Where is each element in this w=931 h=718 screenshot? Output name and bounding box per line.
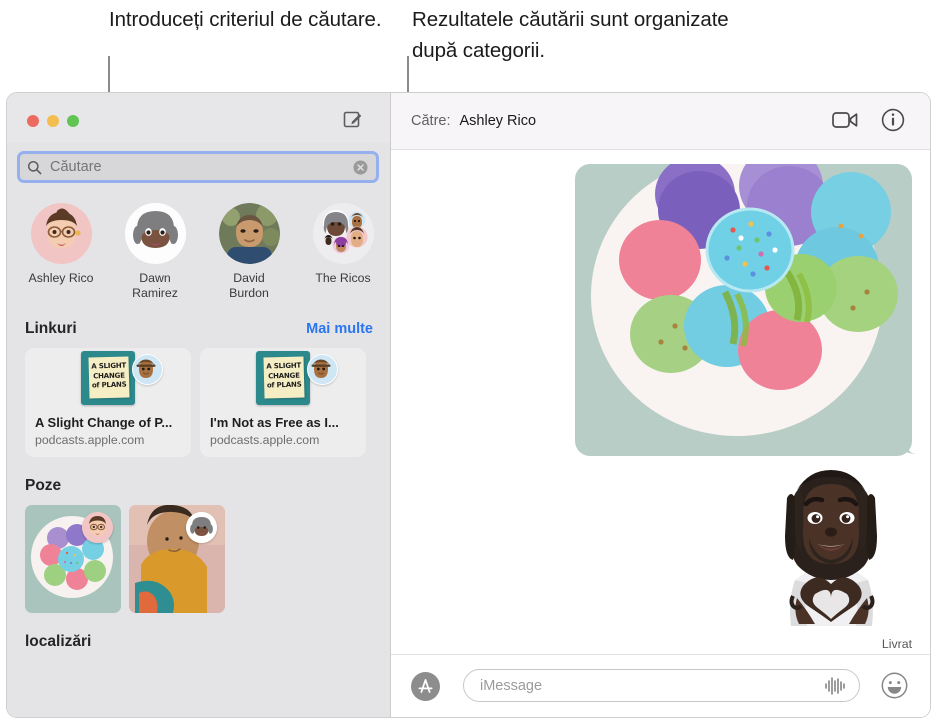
- link-thumbnail: A SLIGHT CHANGE of PLANS: [25, 348, 191, 408]
- conversation-pane: Către: Ashley Rico Livrat iMessage: [390, 93, 930, 717]
- callout-results-categories: Rezultatele căutării sunt organizate dup…: [412, 8, 729, 62]
- photo-sender-badge: [82, 512, 113, 543]
- photo-result[interactable]: [25, 505, 121, 613]
- avatar: [312, 203, 374, 264]
- link-result-card[interactable]: A SLIGHT CHANGE of PLANS: [200, 348, 366, 457]
- avatar: [124, 203, 186, 264]
- link-result-card[interactable]: A SLIGHT CHANGE of PLANS: [25, 348, 191, 457]
- messages-window: Ashley Rico: [6, 92, 931, 718]
- link-title: A Slight Change of P...: [35, 415, 173, 430]
- clear-icon[interactable]: [353, 160, 368, 175]
- callout-search-criteria: Introduceți criteriul de căutare.: [109, 8, 382, 31]
- message-list[interactable]: Livrat: [391, 150, 930, 657]
- minimize-window-button[interactable]: [47, 115, 59, 127]
- compose-icon[interactable]: [343, 109, 363, 129]
- link-sender-avatar: [307, 354, 338, 385]
- link-host: podcasts.apple.com: [35, 433, 145, 447]
- sticky-note: A SLIGHT CHANGE of PLANS: [263, 356, 305, 399]
- links-results-row: A SLIGHT CHANGE of PLANS A Slight Change…: [7, 338, 390, 457]
- photo-sender-badge: [186, 512, 217, 543]
- contact-result[interactable]: Ashley Rico: [25, 203, 97, 300]
- avatar: [218, 203, 280, 264]
- app-store-icon[interactable]: [411, 672, 440, 701]
- podcast-artwork: A SLIGHT CHANGE of PLANS: [81, 351, 135, 405]
- contact-result[interactable]: David Burdon: [213, 203, 285, 300]
- message-bubble-tail: [896, 428, 918, 454]
- recipient-name[interactable]: Ashley Rico: [460, 113, 537, 129]
- contact-name: The Ricos: [315, 271, 371, 285]
- avatar: [30, 203, 92, 264]
- search-results-list[interactable]: Ashley Rico Dawn Ramirez David Burdon Th…: [7, 191, 390, 717]
- search-field[interactable]: [17, 151, 379, 183]
- link-meta: A Slight Change of P... podcasts.apple.c…: [25, 408, 191, 447]
- podcast-artwork: A SLIGHT CHANGE of PLANS: [256, 351, 310, 405]
- emoji-smiley-icon[interactable]: [881, 672, 908, 699]
- delivery-status: Livrat: [881, 637, 912, 651]
- search-icon: [27, 160, 42, 175]
- artwork-text: A SLIGHT CHANGE of PLANS: [266, 361, 302, 390]
- contact-name: Dawn Ramirez: [132, 271, 178, 300]
- contact-name: Ashley Rico: [28, 271, 94, 285]
- locations-section-header: localizări: [7, 633, 390, 651]
- facetime-video-icon[interactable]: [832, 109, 858, 131]
- sidebar: Ashley Rico: [7, 93, 390, 717]
- photos-section-header: Poze: [7, 477, 390, 495]
- links-more-link[interactable]: Mai multe: [306, 321, 373, 337]
- conversation-header: Către: Ashley Rico: [391, 93, 930, 150]
- link-meta: I'm Not as Free as I... podcasts.apple.c…: [200, 408, 366, 447]
- contacts-results-row: Ashley Rico Dawn Ramirez David Burdon Th…: [7, 191, 390, 300]
- audio-waveform-icon[interactable]: [824, 676, 846, 696]
- recipient-label: Către:: [411, 113, 451, 129]
- zoom-window-button[interactable]: [67, 115, 79, 127]
- contact-result[interactable]: The Ricos: [307, 203, 379, 300]
- photos-results-row: [7, 495, 390, 613]
- link-thumbnail: A SLIGHT CHANGE of PLANS: [200, 348, 366, 408]
- contact-name: David Burdon: [229, 271, 269, 300]
- search-input[interactable]: [48, 158, 353, 176]
- links-section-header: Linkuri Mai multe: [7, 320, 390, 338]
- photos-section-title: Poze: [25, 477, 62, 494]
- imessage-input[interactable]: [478, 676, 824, 695]
- link-title: I'm Not as Free as I...: [210, 415, 339, 430]
- memoji-heart-hands-sticker[interactable]: [773, 468, 890, 633]
- message-bubble-image[interactable]: [575, 164, 912, 456]
- links-section-title: Linkuri: [25, 320, 77, 337]
- link-sender-avatar: [132, 354, 163, 385]
- photo-result[interactable]: [129, 505, 225, 613]
- imessage-field[interactable]: [463, 669, 860, 702]
- link-host: podcasts.apple.com: [210, 433, 320, 447]
- message-composer: [391, 654, 930, 717]
- artwork-text: A SLIGHT CHANGE of PLANS: [91, 361, 127, 390]
- contact-result[interactable]: Dawn Ramirez: [119, 203, 191, 300]
- sidebar-toolbar: [7, 93, 390, 143]
- info-icon[interactable]: [881, 108, 905, 132]
- locations-section-title: localizări: [25, 633, 92, 650]
- close-window-button[interactable]: [27, 115, 39, 127]
- sticky-note: A SLIGHT CHANGE of PLANS: [88, 356, 130, 399]
